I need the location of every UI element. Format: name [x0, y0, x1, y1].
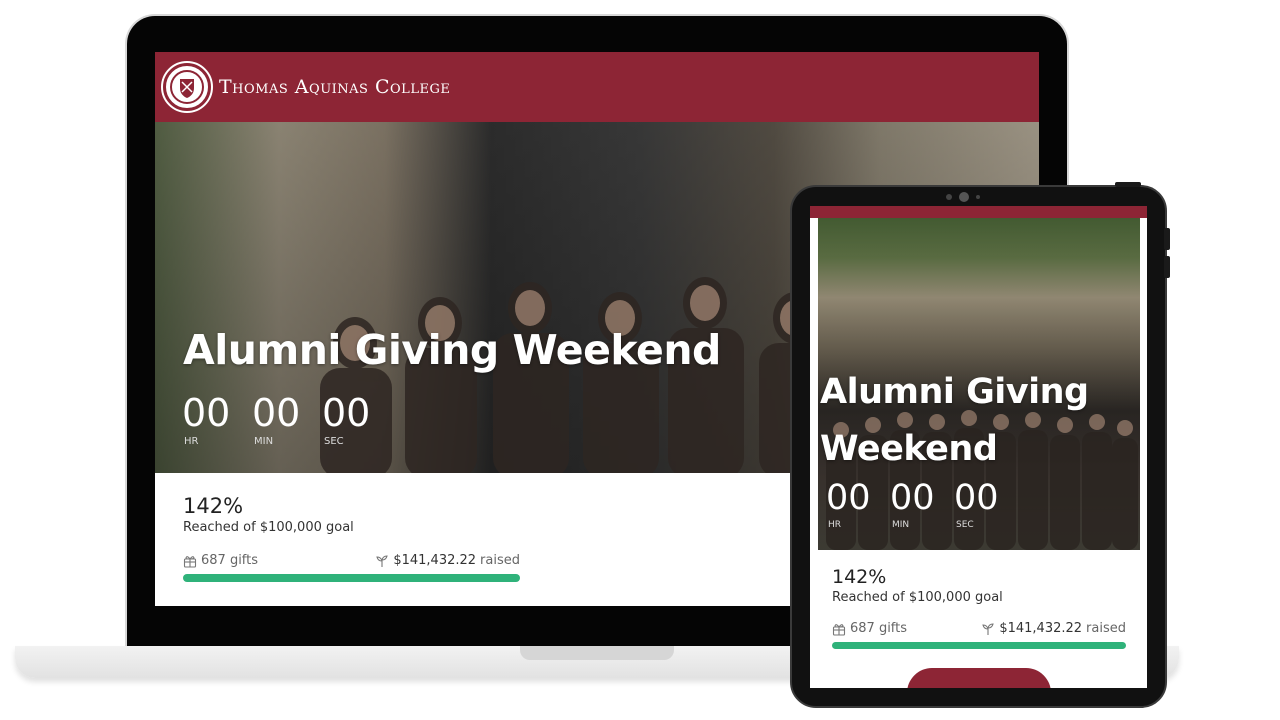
gifts-count-text: 687 gifts [201, 553, 259, 568]
amount-raised-value: $141,432.22 [393, 553, 477, 568]
tablet-countdown-minutes-label: MIN [892, 520, 910, 530]
amount-raised-suffix: raised [480, 553, 520, 568]
tablet-countdown-minutes: 00 MIN [890, 478, 954, 531]
countdown-timer: 00 HR 00 MIN 00 SEC [182, 394, 392, 447]
site-header: Thomas Aquinas College [155, 52, 1039, 122]
tablet-gifts-count: 687 gifts [832, 621, 907, 636]
tablet-countdown-seconds-label: SEC [956, 520, 974, 530]
tablet-volume-up-button [1164, 228, 1170, 250]
tablet-header-bar [810, 206, 1147, 218]
tablet-volume-down-button [1164, 256, 1170, 278]
tablet-power-button [1115, 182, 1141, 187]
goal-percent: 142% [183, 494, 244, 518]
countdown-minutes-label: MIN [254, 436, 274, 447]
tablet-countdown-hours-label: HR [828, 520, 842, 530]
tablet-goal-percent: 142% [832, 566, 887, 588]
countdown-seconds: 00 SEC [322, 394, 392, 447]
sprout-icon [376, 554, 389, 567]
countdown-minutes: 00 MIN [252, 394, 322, 447]
countdown-minutes-value: 00 [252, 391, 301, 435]
campaign-stats: 142% Reached of $100,000 goal 687 gifts … [183, 494, 520, 582]
gift-icon [832, 623, 846, 636]
college-name[interactable]: Thomas Aquinas College [219, 76, 450, 98]
tablet-campaign-title: Alumni Giving Weekend [820, 372, 1089, 469]
goal-text: Reached of $100,000 goal [183, 520, 354, 535]
tablet-campaign-stats: 142% Reached of $100,000 goal 687 gifts … [832, 566, 1126, 649]
tablet-countdown-seconds: 00 SEC [954, 478, 1018, 531]
progress-bar [183, 574, 520, 582]
sprout-icon [982, 622, 995, 635]
gifts-count: 687 gifts [183, 553, 258, 568]
tablet-amount-raised-value: $141,432.22 [999, 621, 1083, 636]
amount-raised: $141,432.22 raised [375, 553, 520, 568]
countdown-seconds-value: 00 [322, 391, 371, 435]
tablet-amount-raised-suffix: raised [1086, 621, 1126, 636]
tablet-countdown-seconds-value: 00 [954, 478, 999, 518]
tablet-screen: Alumni Giving Weekend 00 HR 00 MIN 00 SE… [810, 206, 1147, 688]
campaign-title: Alumni Giving Weekend [183, 326, 721, 374]
tablet-goal-text: Reached of $100,000 goal [832, 590, 1003, 605]
college-seal-logo[interactable] [161, 61, 213, 113]
tablet-stats-meta-row: 687 gifts $141,432.22 raised [832, 621, 1126, 636]
tablet-countdown-timer: 00 HR 00 MIN 00 SEC [826, 478, 1018, 531]
tablet-mic [976, 195, 980, 199]
tablet-amount-raised: $141,432.22 raised [981, 621, 1126, 636]
tablet-camera [959, 192, 969, 202]
gift-icon [183, 555, 197, 568]
tablet-countdown-hours: 00 HR [826, 478, 890, 531]
countdown-hours-value: 00 [182, 391, 231, 435]
stats-meta-row: 687 gifts $141,432.22 raised [183, 553, 520, 568]
countdown-hours: 00 HR [182, 394, 252, 447]
donate-button[interactable] [907, 668, 1051, 688]
countdown-hours-label: HR [184, 436, 199, 447]
tablet-countdown-hours-value: 00 [826, 478, 871, 518]
tablet-countdown-minutes-value: 00 [890, 478, 935, 518]
countdown-seconds-label: SEC [324, 436, 344, 447]
tablet-gifts-count-text: 687 gifts [850, 621, 908, 636]
laptop-notch [520, 646, 674, 660]
tablet-sensor [946, 194, 952, 200]
tablet-progress-bar [832, 642, 1126, 649]
